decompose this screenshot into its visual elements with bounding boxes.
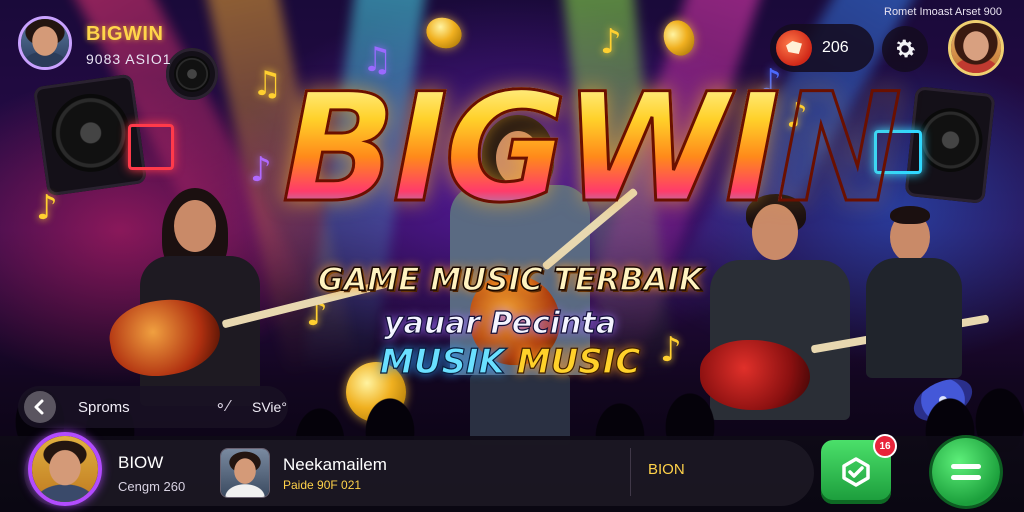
avatar-image — [21, 19, 69, 67]
bigwin-logo-title: BIGWIN — [281, 62, 904, 236]
friend-avatar[interactable] — [948, 20, 1004, 76]
link-icon[interactable]: ⚬⁄ — [214, 397, 229, 415]
tagline-line1: GAME MUSIC TERBAIK — [317, 261, 704, 299]
sponsor-bar: Sproms ⚬⁄ SVie° — [18, 386, 288, 428]
room-code: BION — [648, 461, 685, 478]
tagline-word-music: MUSIC — [516, 341, 641, 382]
player-avatar[interactable] — [28, 432, 102, 506]
player-panel — [24, 440, 814, 506]
tagline-line2: yauar Pecinta — [383, 305, 617, 341]
avatar-image — [32, 436, 98, 502]
tagline-word-musik: MUSIK — [379, 341, 505, 382]
music-note-icon: ♪ — [36, 188, 58, 228]
gem-icon — [776, 30, 812, 66]
opponent-info: Paide 90F 021 — [283, 478, 362, 492]
profile-avatar[interactable] — [18, 16, 72, 70]
notification-badge: 16 — [873, 434, 897, 458]
music-note-icon: ♫ — [252, 64, 283, 104]
gift-icon — [842, 457, 870, 487]
sponsor-label-secondary: SVie° — [252, 399, 287, 415]
opponent-name: Neekamailem — [283, 455, 387, 474]
tagline-line3: MUSIK MUSIC — [379, 341, 641, 382]
gold-coin-icon — [421, 12, 467, 54]
gear-icon — [896, 39, 916, 58]
gift-button[interactable]: 16 — [821, 434, 897, 504]
sponsor-label: Sproms — [78, 399, 130, 416]
settings-button[interactable] — [882, 26, 928, 72]
notice-text: Romet Imoast Arset 900 — [884, 6, 1002, 18]
menu-button[interactable] — [932, 438, 1000, 506]
back-arrow-icon — [34, 399, 44, 415]
music-note-icon: ♪ — [600, 22, 622, 62]
opponent-avatar[interactable] — [220, 448, 270, 498]
speaker-small — [166, 48, 218, 100]
player-name: BIOW — [118, 453, 164, 472]
avatar-image — [951, 23, 1001, 73]
player-score: Cengm 260 — [118, 479, 186, 494]
player-id: 9083 ASIO1 — [86, 51, 172, 67]
neon-sign — [128, 124, 174, 170]
menu-icon — [951, 462, 981, 482]
coin-amount: 206 — [822, 39, 849, 56]
avatar-image — [221, 449, 269, 497]
back-button[interactable] — [24, 391, 56, 423]
divider — [630, 448, 631, 496]
currency-display[interactable]: 206 — [770, 24, 874, 72]
brand-name: BIGWIN — [86, 23, 164, 45]
